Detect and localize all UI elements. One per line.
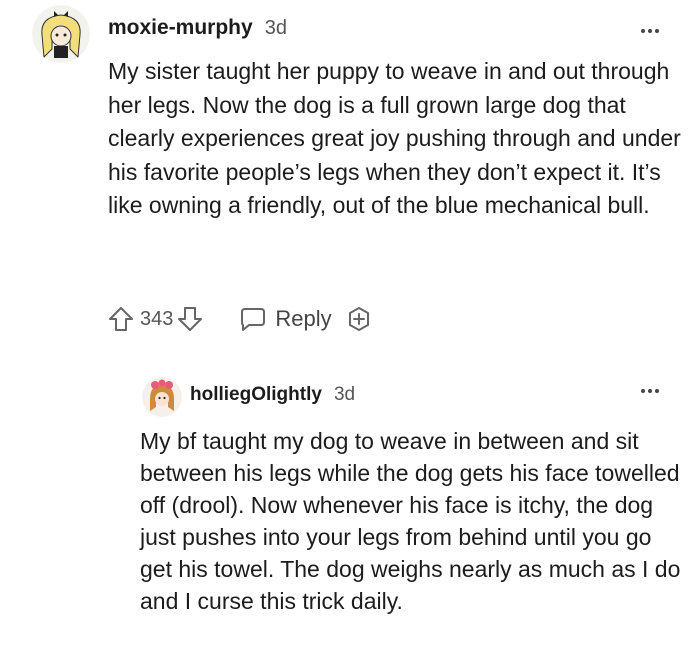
- username[interactable]: moxie-murphy: [108, 16, 253, 40]
- more-horizontal-icon[interactable]: [641, 389, 659, 393]
- comment-body: My bf taught my dog to weave in between …: [140, 428, 681, 614]
- comment-header: holliegOlightly 3d: [190, 384, 355, 406]
- downvote-icon[interactable]: [177, 306, 203, 332]
- speech-bubble-icon: [241, 308, 266, 331]
- avatar[interactable]: [142, 377, 182, 417]
- reply-label: Reply: [275, 306, 332, 331]
- comment-age: 3d: [264, 17, 287, 39]
- comment-age: 3d: [333, 384, 356, 405]
- upvote-icon[interactable]: [108, 306, 134, 332]
- more-horizontal-icon[interactable]: [641, 29, 659, 33]
- comment-header: moxie-murphy 3d: [108, 16, 287, 40]
- comment-body: My sister taught her puppy to weave in a…: [108, 58, 681, 218]
- avatar[interactable]: [32, 5, 90, 63]
- vote-count: 343: [140, 307, 174, 330]
- username[interactable]: holliegOlightly: [190, 384, 322, 406]
- comment-actions: 343 Reply: [108, 306, 372, 332]
- award-plus-icon[interactable]: [346, 306, 372, 332]
- reply-button[interactable]: Reply: [239, 306, 332, 332]
